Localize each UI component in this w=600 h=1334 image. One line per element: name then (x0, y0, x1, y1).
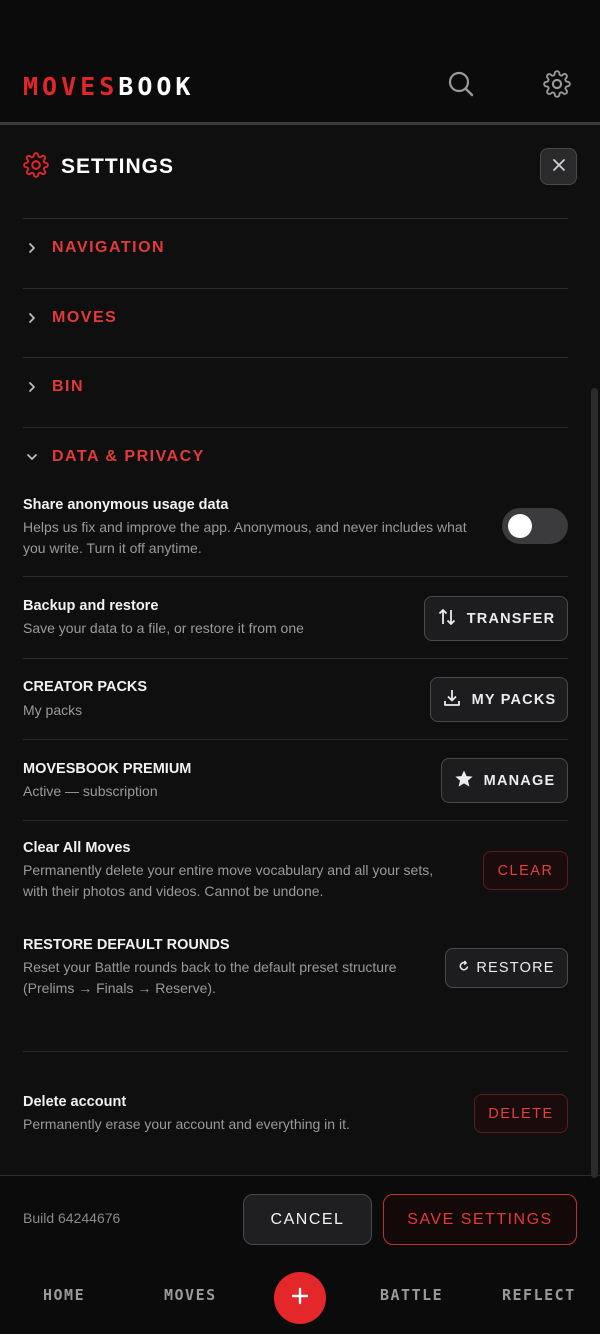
app-logo[interactable]: MOVESBOOK (23, 72, 194, 101)
chevron-right-icon (23, 309, 41, 327)
footer-divider (0, 1175, 600, 1176)
search-icon[interactable] (447, 70, 475, 98)
divider (23, 357, 568, 358)
chevron-down-icon (23, 448, 41, 466)
restore-button[interactable]: RESTORE (445, 948, 568, 988)
download-icon (442, 688, 472, 712)
usage-data-toggle[interactable] (502, 508, 568, 544)
section-label: MOVES (52, 309, 118, 326)
section-label: BIN (52, 378, 85, 395)
nav-moves[interactable]: MOVES (164, 1286, 217, 1304)
settings-title: SETTINGS (61, 155, 175, 178)
add-button[interactable] (274, 1272, 326, 1324)
close-button[interactable] (540, 148, 577, 185)
divider (23, 820, 568, 821)
section-bin[interactable]: BIN (23, 367, 568, 407)
premium-title: MOVESBOOK PREMIUM (23, 761, 192, 777)
star-icon (454, 769, 484, 793)
clear-button[interactable]: CLEAR (483, 851, 568, 890)
swap-vertical-icon (437, 607, 467, 631)
build-number: Build 64244676 (23, 1210, 121, 1226)
usage-data-title: Share anonymous usage data (23, 497, 229, 513)
delete-account-button[interactable]: DELETE (474, 1094, 568, 1133)
transfer-button[interactable]: TRANSFER (424, 596, 568, 641)
nav-home[interactable]: HOME (43, 1286, 85, 1304)
transfer-button-label: TRANSFER (466, 610, 556, 627)
toggle-knob (508, 514, 532, 538)
restore-button-label: RESTORE (476, 960, 555, 976)
delete-button-label: DELETE (488, 1105, 554, 1122)
delete-account-title: Delete account (23, 1094, 127, 1110)
divider (23, 218, 568, 219)
divider (23, 1051, 568, 1052)
gear-icon (23, 152, 49, 182)
chevron-right-icon (23, 378, 41, 396)
settings-panel (0, 125, 600, 1175)
divider (23, 427, 568, 428)
scrollbar[interactable] (591, 388, 598, 1178)
my-packs-button[interactable]: MY PACKS (430, 677, 568, 722)
usage-data-desc-2: you write. Turn it off anytime. (23, 540, 202, 556)
cancel-button[interactable]: CANCEL (243, 1194, 372, 1245)
section-label: NAVIGATION (52, 239, 166, 256)
divider (23, 739, 568, 740)
my-packs-button-label: MY PACKS (471, 691, 557, 708)
chevron-right-icon (23, 239, 41, 257)
clear-moves-title: Clear All Moves (23, 840, 131, 856)
gear-icon[interactable] (543, 70, 571, 98)
refresh-icon (458, 960, 476, 976)
settings-header: SETTINGS (23, 152, 174, 182)
plus-icon (291, 1287, 309, 1309)
restore-rounds-desc-2: (Prelims → Finals → Reserve). (23, 980, 216, 996)
close-icon (552, 157, 566, 176)
section-data-privacy[interactable]: DATA & PRIVACY (23, 437, 568, 477)
nav-reflect[interactable]: REFLECT (502, 1286, 576, 1304)
clear-button-label: CLEAR (497, 862, 554, 879)
section-label: DATA & PRIVACY (52, 448, 205, 465)
divider (23, 576, 568, 577)
divider (23, 288, 568, 289)
manage-button-label: MANAGE (483, 772, 556, 789)
backup-title: Backup and restore (23, 598, 159, 614)
restore-rounds-desc-1: Reset your Battle rounds back to the def… (23, 959, 397, 975)
divider (23, 658, 568, 659)
save-settings-button[interactable]: SAVE SETTINGS (383, 1194, 577, 1245)
section-moves[interactable]: MOVES (23, 298, 568, 338)
usage-data-desc-1: Helps us fix and improve the app. Anonym… (23, 519, 467, 535)
delete-account-desc: Permanently erase your account and every… (23, 1116, 350, 1132)
creator-packs-title: CREATOR PACKS (23, 679, 148, 695)
nav-battle[interactable]: BATTLE (380, 1286, 443, 1304)
premium-desc: Active — subscription (23, 783, 158, 799)
creator-packs-desc: My packs (23, 702, 83, 718)
backup-desc: Save your data to a file, or restore it … (23, 620, 304, 636)
manage-button[interactable]: MANAGE (441, 758, 568, 803)
restore-rounds-title: RESTORE DEFAULT ROUNDS (23, 937, 230, 953)
app-bar: MOVESBOOK (0, 0, 600, 123)
clear-moves-desc-2: with their photos and videos. Cannot be … (23, 883, 324, 899)
clear-moves-desc-1: Permanently delete your entire move voca… (23, 862, 434, 878)
section-navigation[interactable]: NAVIGATION (23, 228, 568, 268)
